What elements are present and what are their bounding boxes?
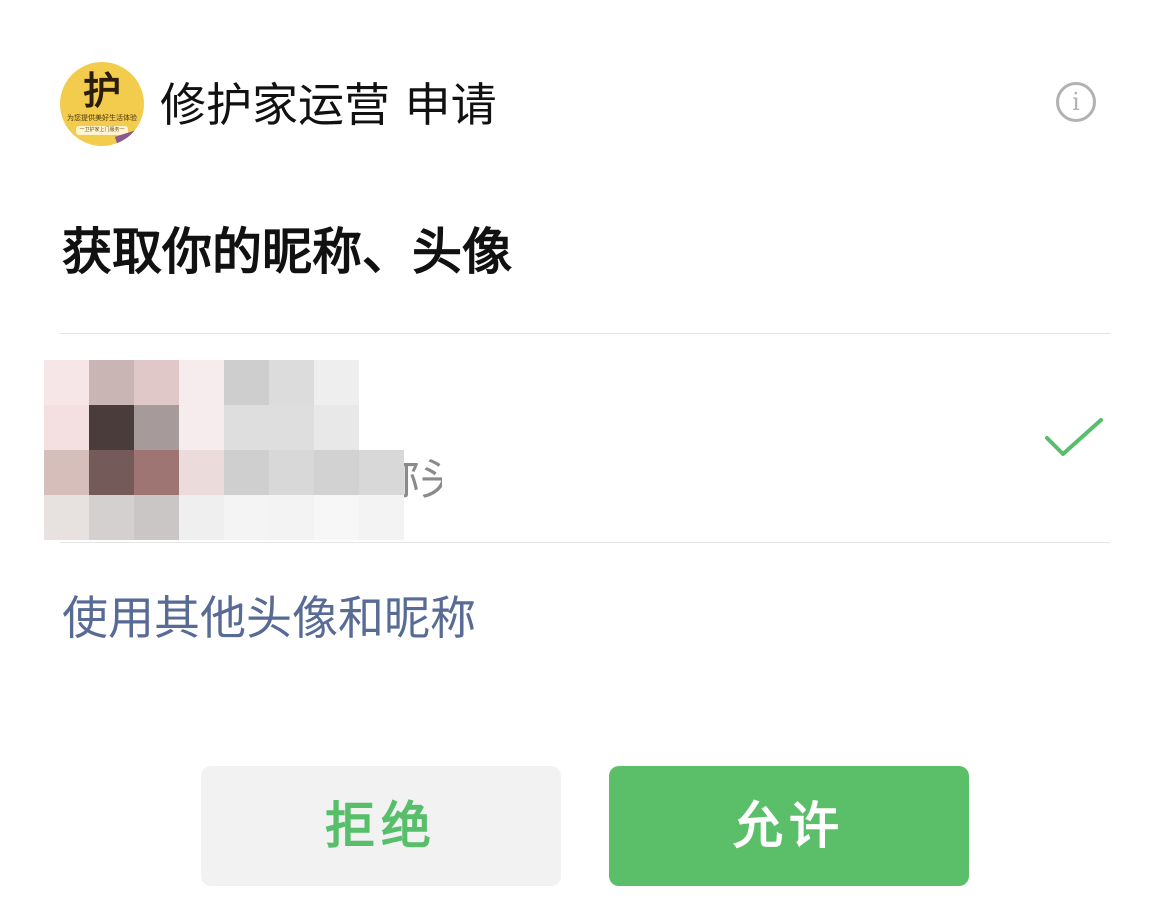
mosaic-pixel xyxy=(179,450,224,495)
allow-button[interactable]: 允许 xyxy=(609,766,969,886)
mosaic-pixel xyxy=(269,450,314,495)
divider xyxy=(60,542,1110,543)
mosaic-pixel xyxy=(134,450,179,495)
logo-character: 护 xyxy=(82,68,121,113)
mosaic-pixel xyxy=(89,450,134,495)
mosaic-pixel xyxy=(269,495,314,540)
account-subtitle: 称头像 xyxy=(398,450,442,510)
use-other-avatar-link[interactable]: 使用其他头像和昵称 xyxy=(62,586,476,650)
mosaic-pixel xyxy=(224,405,269,450)
reject-button[interactable]: 拒绝 xyxy=(201,766,561,886)
mosaic-pixel xyxy=(359,360,404,405)
mosaic-pixel xyxy=(134,405,179,450)
app-logo: 护 为您提供美好生活体验 一卫护家上门服务一 xyxy=(60,62,144,146)
logo-tagline: 为您提供美好生活体验 xyxy=(67,114,137,122)
account-subtitle-text: 称头像 xyxy=(398,450,442,510)
mosaic-pixel xyxy=(89,495,134,540)
mosaic-pixel xyxy=(134,495,179,540)
mosaic-pixel xyxy=(44,450,89,495)
mosaic-pixel xyxy=(269,405,314,450)
checkmark-icon xyxy=(1045,418,1103,456)
mosaic-pixel xyxy=(224,450,269,495)
mosaic-pixel xyxy=(359,495,404,540)
info-icon[interactable]: i xyxy=(1056,82,1096,122)
mosaic-pixel xyxy=(44,405,89,450)
mosaic-pixel xyxy=(359,405,404,450)
mosaic-pixel xyxy=(314,360,359,405)
mosaic-pixel xyxy=(359,450,404,495)
mosaic-pixel xyxy=(269,360,314,405)
mosaic-pixel xyxy=(314,405,359,450)
wechat-profile-option[interactable]: 称头像 xyxy=(44,334,1114,542)
dialog-header: 护 为您提供美好生活体验 一卫护家上门服务一 修护家运营 申请 i xyxy=(60,62,1110,148)
mosaic-pixel xyxy=(179,495,224,540)
mosaic-pixel xyxy=(179,360,224,405)
mosaic-pixel xyxy=(314,495,359,540)
mosaic-pixel xyxy=(89,405,134,450)
mosaic-pixel xyxy=(314,450,359,495)
logo-ribbon: 一卫护家上门服务一 xyxy=(76,126,128,135)
app-name-title: 修护家运营 申请 xyxy=(160,78,497,132)
mosaic-pixel xyxy=(134,360,179,405)
blurred-avatar-nickname xyxy=(44,360,404,540)
mosaic-pixel xyxy=(224,495,269,540)
mosaic-pixel xyxy=(179,405,224,450)
mosaic-pixel xyxy=(44,495,89,540)
mosaic-pixel xyxy=(44,360,89,405)
permission-title: 获取你的昵称、头像 xyxy=(62,223,512,281)
mosaic-pixel xyxy=(224,360,269,405)
mosaic-pixel xyxy=(89,360,134,405)
